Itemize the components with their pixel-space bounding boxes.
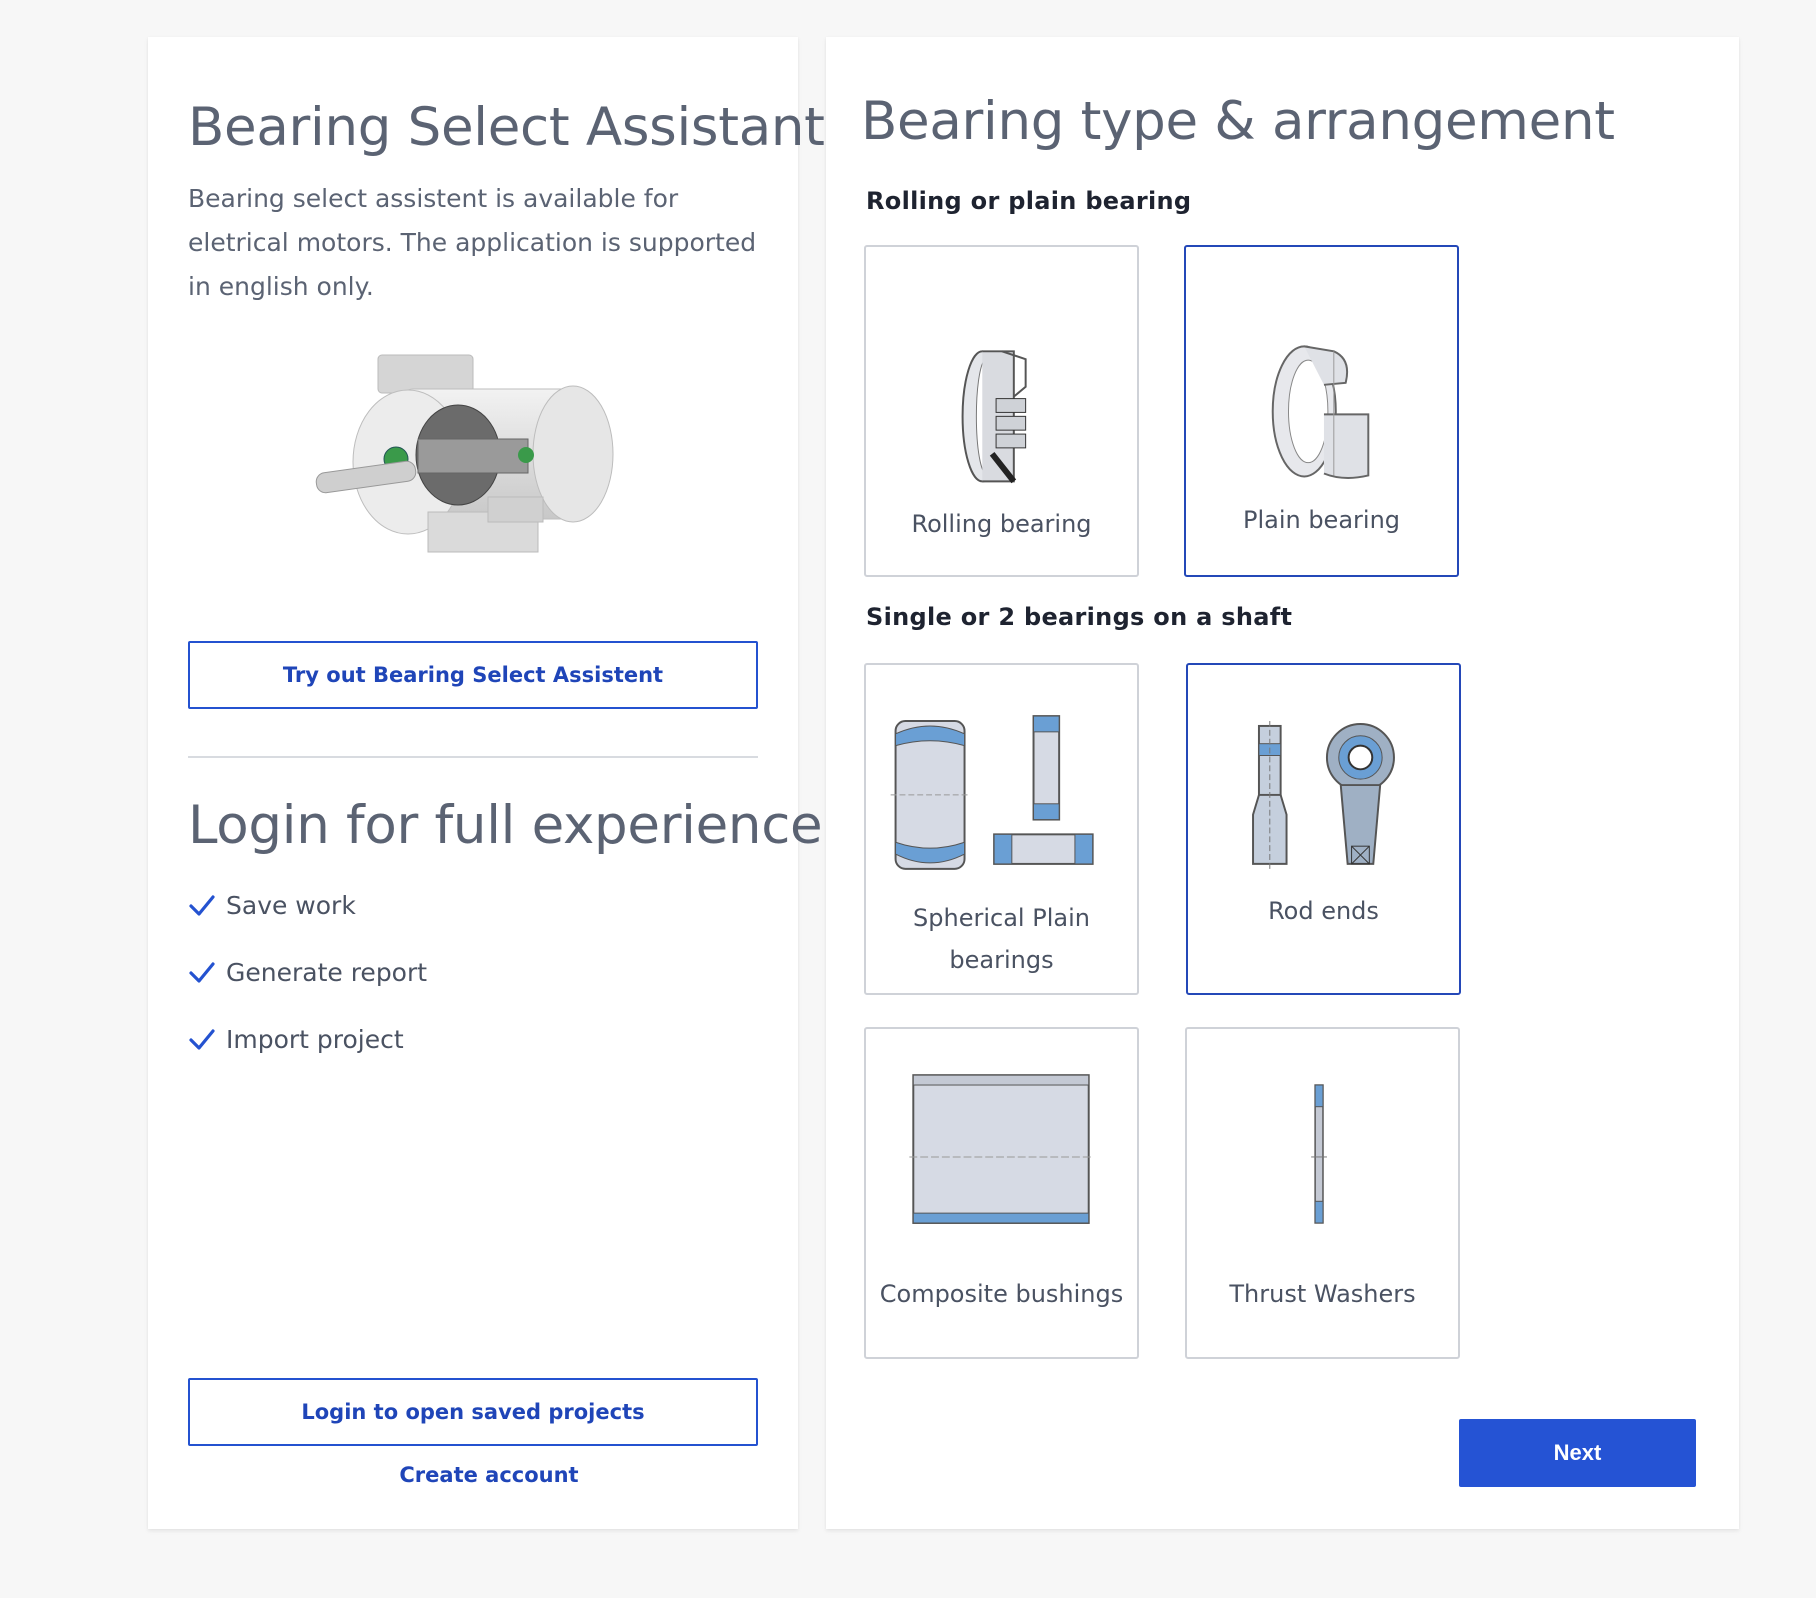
section-single-or-two: Single or 2 bearings on a shaft (866, 603, 1293, 631)
check-icon (189, 894, 215, 916)
feature-generate-report: Generate report (188, 958, 427, 987)
intro-panel: Bearing Select Assistant Bearing select … (148, 37, 825, 1529)
assistant-description: Bearing select assistent is available fo… (188, 184, 757, 301)
option-label: Plain bearing (1242, 506, 1401, 534)
feature-label: Generate report (226, 958, 428, 987)
electric-motor-image (315, 354, 614, 553)
check-icon (189, 961, 215, 983)
create-account-link[interactable]: Create account (148, 1463, 798, 1487)
option-plain-bearing[interactable]: Plain bearing (1184, 245, 1459, 577)
rod-end-image (1252, 721, 1395, 869)
option-composite-bushings[interactable]: Composite bushings (864, 1027, 1139, 1359)
section-divider (188, 756, 758, 758)
feature-label: Import project (226, 1025, 404, 1054)
option-label: Rod ends (1268, 897, 1379, 925)
option-thrust-washers[interactable]: Thrust Washers (1185, 1027, 1460, 1359)
section-rolling-or-plain: Rolling or plain bearing (866, 187, 1192, 215)
bearing-type-panel: Bearing type & arrangement Rolling or pl… (826, 37, 1739, 1529)
next-button[interactable]: Next (1459, 1419, 1696, 1487)
login-button[interactable]: Login to open saved projects (188, 1378, 758, 1446)
plain-bearing-image (1271, 345, 1370, 479)
option-label: Rolling bearing (911, 510, 1092, 538)
feature-import-project: Import project (188, 1025, 404, 1054)
feature-save-work: Save work (188, 891, 356, 920)
option-rolling-bearing[interactable]: Rolling bearing (864, 245, 1139, 577)
option-spherical-plain-bearings[interactable]: Spherical Plain bearings (864, 663, 1139, 995)
check-icon (189, 1028, 215, 1050)
thrust-washer-image (1311, 1084, 1327, 1224)
assistant-title: Bearing Select Assistant (188, 97, 825, 158)
option-label: Composite bushings (879, 1280, 1124, 1308)
option-rod-ends[interactable]: Rod ends (1186, 663, 1461, 995)
feature-label: Save work (226, 891, 356, 920)
try-assistant-button[interactable]: Try out Bearing Select Assistent (188, 641, 758, 709)
option-label: Thrust Washers (1229, 1280, 1416, 1308)
composite-bushing-image (909, 1074, 1093, 1224)
option-label: Spherical Plain bearings (913, 904, 1090, 974)
spherical-plain-bearing-image (890, 715, 1094, 870)
login-title: Login for full experience (188, 795, 823, 856)
rolling-bearing-image (961, 350, 1027, 484)
bearing-type-title: Bearing type & arrangement (861, 91, 1615, 152)
